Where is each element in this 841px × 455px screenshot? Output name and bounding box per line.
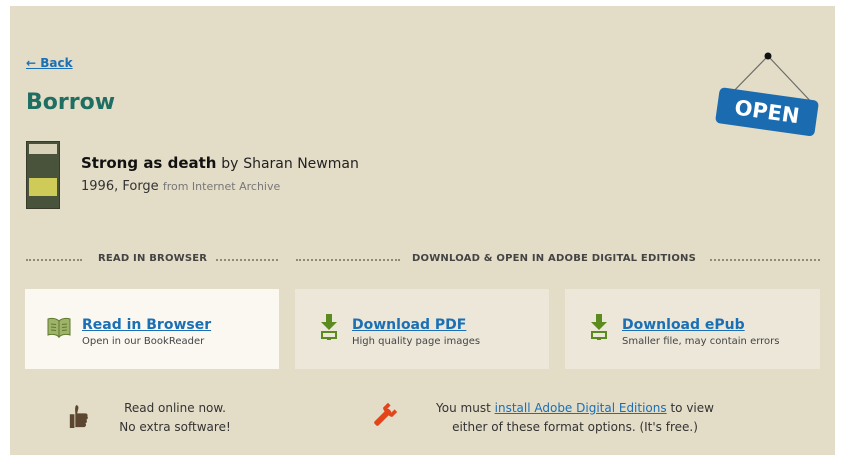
divider <box>26 259 82 261</box>
read-in-browser-link[interactable]: Read in Browser <box>82 317 211 333</box>
read-section-label: READ IN BROWSER <box>98 253 208 264</box>
download-epub-option[interactable]: Download ePub Smaller file, may contain … <box>565 289 820 369</box>
read-note-line2: No extra software! <box>119 420 231 434</box>
read-note-line1: Read online now. <box>124 401 226 415</box>
divider <box>296 259 400 261</box>
read-in-browser-option[interactable]: Read in Browser Open in our BookReader <box>25 289 279 369</box>
wrench-icon <box>374 402 398 426</box>
divider <box>710 259 820 261</box>
download-pdf-option[interactable]: Download PDF High quality page images <box>295 289 549 369</box>
ade-prefix: You must <box>436 401 495 415</box>
borrow-panel: ← Back Borrow OPEN Strong as death by Sh… <box>10 6 835 455</box>
book-cover-image[interactable] <box>26 141 60 209</box>
download-section-header: DOWNLOAD & OPEN IN ADOBE DIGITAL EDITION… <box>296 253 820 267</box>
book-source: from Internet Archive <box>162 180 281 193</box>
ade-note-line1: You must install Adobe Digital Editions … <box>405 399 745 418</box>
download-pdf-desc: High quality page images <box>352 336 481 347</box>
by-label: by <box>221 156 239 172</box>
download-pdf-link[interactable]: Download PDF <box>352 317 466 333</box>
download-section-label: DOWNLOAD & OPEN IN ADOBE DIGITAL EDITION… <box>412 253 696 264</box>
book-author: Sharan Newman <box>243 156 359 172</box>
ade-suffix: to view <box>666 401 714 415</box>
divider <box>216 259 278 261</box>
book-title: Strong as death <box>81 154 217 172</box>
thumbs-up-icon <box>69 405 88 428</box>
open-sign-icon: OPEN <box>715 52 819 136</box>
ade-note-line2: either of these format options. (It's fr… <box>452 420 698 434</box>
book-meta: 1996, Forge from Internet Archive <box>81 179 280 194</box>
book-title-line: Strong as death by Sharan Newman <box>81 154 359 172</box>
install-ade-link[interactable]: install Adobe Digital Editions <box>495 401 667 415</box>
download-icon <box>591 314 607 340</box>
book-year-publisher: 1996, Forge <box>81 179 159 194</box>
download-icon <box>321 314 337 340</box>
ade-note: You must install Adobe Digital Editions … <box>405 399 745 437</box>
read-section-header: READ IN BROWSER <box>26 253 278 267</box>
page-title: Borrow <box>26 90 116 115</box>
download-epub-link[interactable]: Download ePub <box>622 317 745 333</box>
download-epub-desc: Smaller file, may contain errors <box>622 336 780 347</box>
read-in-browser-desc: Open in our BookReader <box>82 336 205 347</box>
back-link[interactable]: ← Back <box>26 56 73 70</box>
open-book-icon <box>47 317 71 338</box>
read-note: Read online now. No extra software! <box>100 399 250 437</box>
